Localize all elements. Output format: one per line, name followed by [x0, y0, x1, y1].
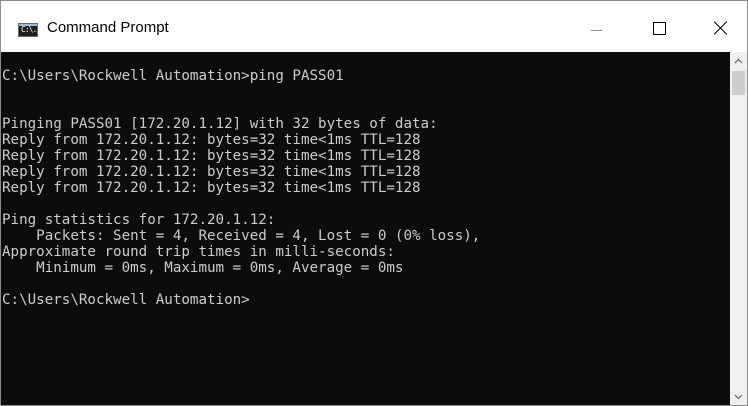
minimize-icon	[590, 29, 602, 31]
minimize-button[interactable]	[573, 11, 619, 45]
maximize-button[interactable]	[636, 11, 682, 45]
console-prompt-line: C:\Users\Rockwell Automation>	[2, 292, 250, 308]
vertical-scrollbar[interactable]	[730, 52, 747, 405]
title-bar[interactable]: C:\. Command Prompt	[1, 1, 747, 52]
window-title: Command Prompt	[47, 19, 169, 36]
console-line: Packets: Sent = 4, Received = 4, Lost = …	[2, 228, 481, 244]
chevron-up-icon	[734, 58, 743, 63]
console-line: Reply from 172.20.1.12: bytes=32 time<1m…	[2, 180, 421, 196]
console-line: Reply from 172.20.1.12: bytes=32 time<1m…	[2, 164, 421, 180]
chevron-down-icon	[734, 394, 743, 399]
console-line: Ping statistics for 172.20.1.12:	[2, 212, 276, 228]
console-line: Pinging PASS01 [172.20.1.12] with 32 byt…	[2, 116, 438, 132]
command-prompt-window: C:\. Command Prompt C:\Users\Rockwell Au…	[0, 0, 748, 406]
scroll-down-button[interactable]	[730, 388, 747, 405]
close-button[interactable]	[698, 11, 744, 45]
scroll-thumb[interactable]	[732, 71, 745, 95]
icon-glyph: C:\.	[21, 25, 37, 34]
console-app-icon[interactable]: C:\.	[18, 23, 38, 37]
console-line: C:\Users\Rockwell Automation>ping PASS01	[2, 68, 344, 84]
console-line: Approximate round trip times in milli-se…	[2, 244, 395, 260]
console-line: Minimum = 0ms, Maximum = 0ms, Average = …	[2, 260, 404, 276]
scroll-up-button[interactable]	[730, 52, 747, 69]
console-output[interactable]: C:\Users\Rockwell Automation>ping PASS01…	[1, 52, 730, 405]
console-line: Reply from 172.20.1.12: bytes=32 time<1m…	[2, 132, 421, 148]
maximize-icon	[652, 21, 666, 35]
console-line: Reply from 172.20.1.12: bytes=32 time<1m…	[2, 148, 421, 164]
close-icon	[714, 21, 728, 35]
